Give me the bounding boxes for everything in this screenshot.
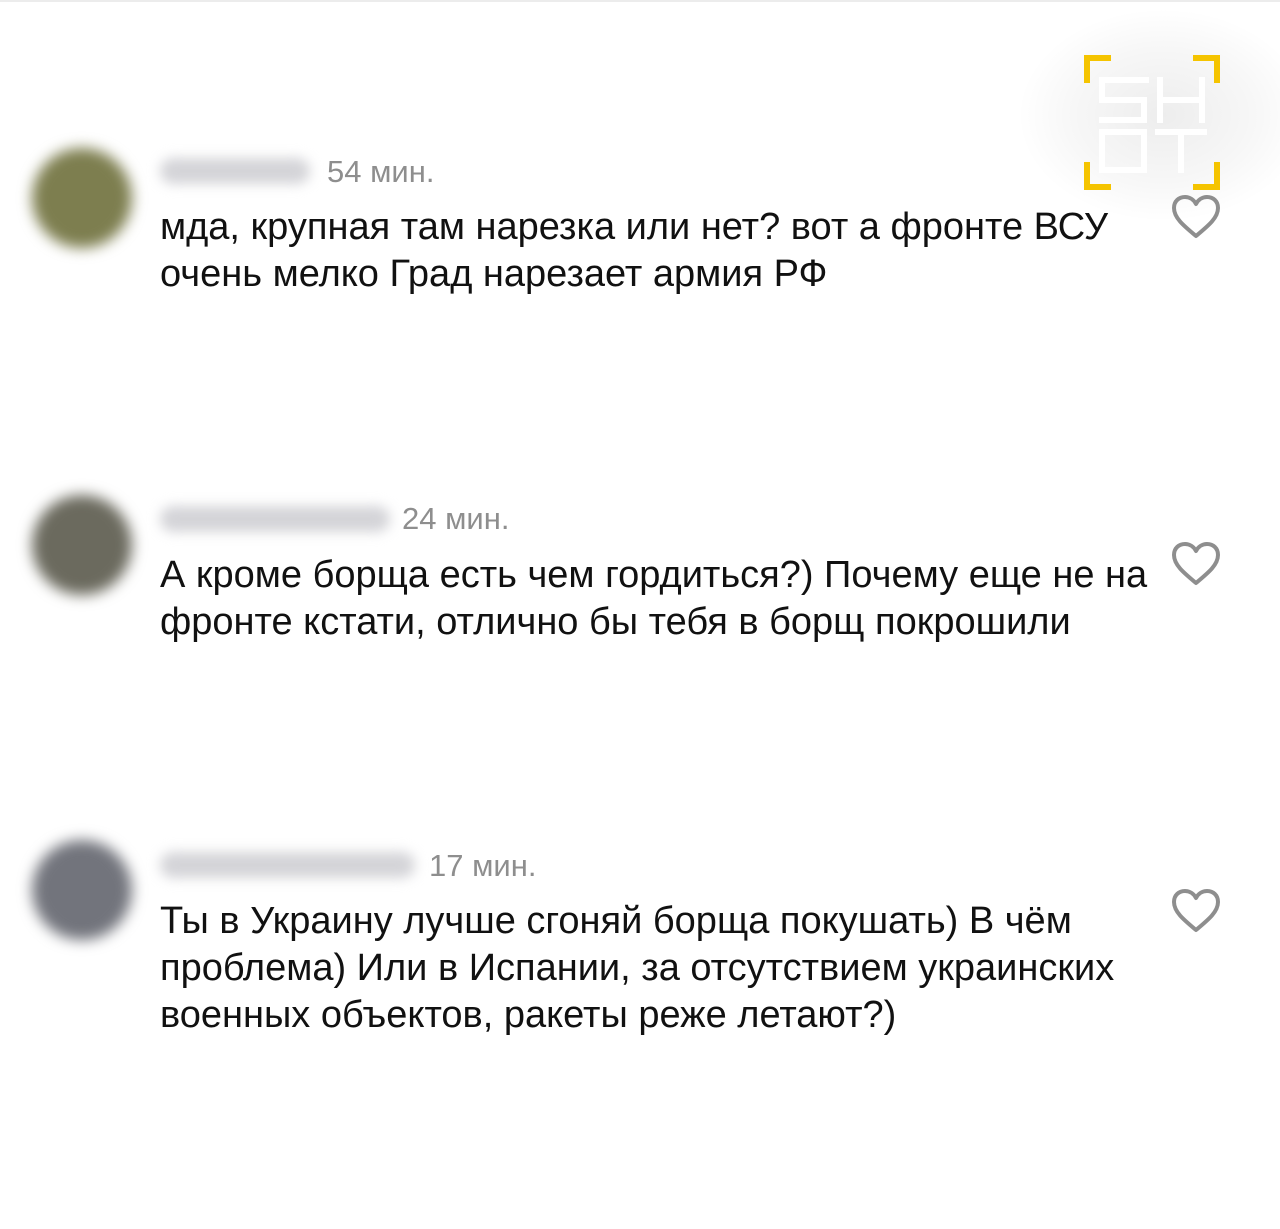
- username-blurred[interactable]: [160, 506, 390, 532]
- avatar[interactable]: [32, 840, 132, 940]
- comment-time: 24 мин.: [402, 501, 510, 536]
- username-blurred[interactable]: [160, 158, 310, 184]
- heart-outline-icon[interactable]: [1170, 541, 1222, 587]
- top-divider: [0, 0, 1280, 2]
- comment-text: Ты в Украину лучше сгоняй борща покушать…: [160, 900, 1115, 1036]
- comment-text: А кроме борща есть чем гордиться?) Почем…: [160, 554, 1148, 643]
- avatar[interactable]: [32, 148, 132, 248]
- shot-logo-icon: [1084, 55, 1220, 190]
- comment-time: 17 мин.: [429, 848, 537, 883]
- comment-text: мда, крупная там нарезка или нет? вот а …: [160, 206, 1109, 295]
- avatar[interactable]: [32, 495, 132, 595]
- heart-outline-icon[interactable]: [1170, 194, 1222, 240]
- heart-outline-icon[interactable]: [1170, 888, 1222, 934]
- comment-time: 54 мин.: [327, 154, 435, 189]
- username-blurred[interactable]: [160, 852, 415, 878]
- shot-watermark-logo: [1020, 10, 1280, 220]
